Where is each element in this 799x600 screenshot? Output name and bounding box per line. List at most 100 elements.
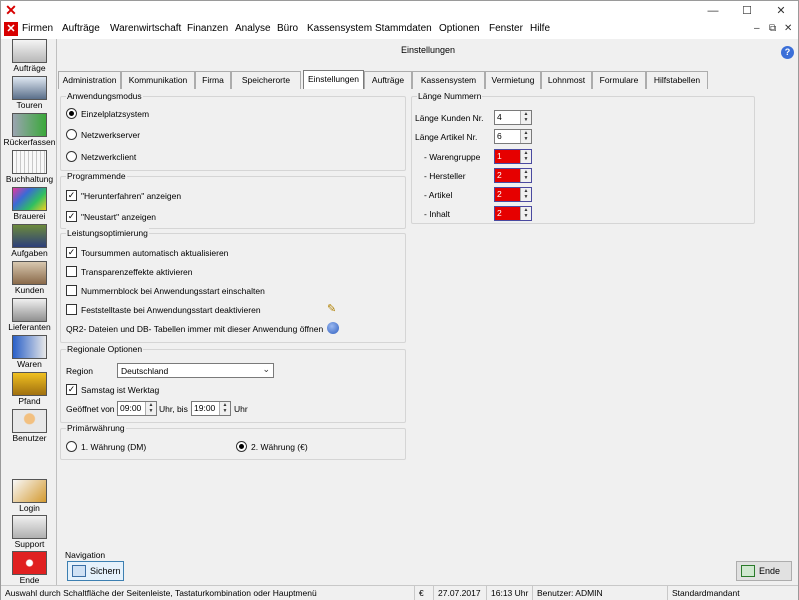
spin-arrows[interactable]: ▲ ▼ xyxy=(520,130,531,143)
status-currency: € xyxy=(414,586,432,600)
open-from-time[interactable]: 09:00 ▲ ▼ xyxy=(117,401,157,416)
artikel-nr-label: Länge Artikel Nr. xyxy=(415,132,478,142)
help-icon[interactable]: ? xyxy=(781,46,794,59)
tab-formulare[interactable]: Formulare xyxy=(592,71,646,89)
kunden-nr-value: 4 xyxy=(497,112,502,122)
spin-arrows[interactable]: ▲ ▼ xyxy=(520,207,531,220)
group-anwendungsmodus: Anwendungsmodus Einzelplatzsystem Netzwe… xyxy=(60,91,406,171)
close-button[interactable]: ✕ xyxy=(764,1,798,21)
sidebar-item-label: Aufträge xyxy=(13,63,46,73)
sidebar-item-aufgaben[interactable]: Aufgaben xyxy=(2,224,57,260)
sidebar: Aufträge Touren Rückerfassen Buchhaltung… xyxy=(2,39,57,585)
sidebar-item-kunden[interactable]: Kunden xyxy=(2,261,57,297)
artikel-nr-stepper[interactable]: 6 ▲ ▼ xyxy=(494,129,532,144)
save-button[interactable]: Sichern xyxy=(67,561,124,581)
tab-administration[interactable]: Administration xyxy=(58,71,121,89)
menu-hilfe[interactable]: Hilfe xyxy=(530,23,550,34)
minimize-button[interactable]: — xyxy=(696,1,730,21)
warengruppe-label: - Warengruppe xyxy=(424,152,481,162)
menu-optionen[interactable]: Optionen xyxy=(439,23,480,34)
artikel-stepper[interactable]: 2 ▲ ▼ xyxy=(494,187,532,202)
spin-arrows[interactable]: ▲ ▼ xyxy=(520,150,531,163)
sidebar-item-brauerei[interactable]: Brauerei xyxy=(2,187,57,223)
sidebar-item-touren[interactable]: Touren xyxy=(2,76,57,112)
spin-arrows[interactable]: ▲ ▼ xyxy=(520,169,531,182)
checkbox-toursummen[interactable]: ✓ xyxy=(66,247,77,258)
menu-stammdaten[interactable]: Stammdaten xyxy=(375,23,432,34)
tab-lohnmost[interactable]: Lohnmost xyxy=(541,71,592,89)
radio-netzwerkserver[interactable] xyxy=(66,129,77,140)
tab-kommunikation[interactable]: Kommunikation xyxy=(121,71,195,89)
sidebar-item-login[interactable]: Login xyxy=(2,479,57,515)
sidebar-item-label: Benutzer xyxy=(12,433,47,443)
orders-icon xyxy=(12,39,47,63)
checkbox-samstag[interactable]: ✓ xyxy=(66,384,77,395)
tab-auftraege[interactable]: Aufträge xyxy=(364,71,412,89)
menu-warenwirtschaft[interactable]: Warenwirtschaft xyxy=(110,23,181,34)
menu-analyse[interactable]: Analyse xyxy=(235,23,271,34)
maximize-button[interactable]: ☐ xyxy=(730,1,764,21)
radio-einzelplatzsystem[interactable] xyxy=(66,108,77,119)
status-mandant: Standardmandant xyxy=(667,586,797,600)
sidebar-item-benutzer[interactable]: Benutzer xyxy=(2,409,57,445)
inhalt-label: - Inhalt xyxy=(424,209,450,219)
spin-arrows[interactable]: ▲ ▼ xyxy=(520,111,531,124)
sidebar-item-buchhaltung[interactable]: Buchhaltung xyxy=(2,150,57,186)
menu-kassensystem[interactable]: Kassensystem xyxy=(307,23,372,34)
group-programmende: Programmende ✓ "Herunterfahren" anzeigen… xyxy=(60,171,406,229)
checkbox-neustart[interactable]: ✓ xyxy=(66,211,77,222)
region-select[interactable]: Deutschland ⌄ xyxy=(117,363,274,378)
spin-arrows[interactable]: ▲ ▼ xyxy=(219,402,230,415)
title-bar: ✕ — ☐ ✕ xyxy=(1,1,798,21)
truck-icon xyxy=(12,76,47,100)
app-menu-icon[interactable]: ✕ xyxy=(4,22,18,36)
radio-waehrung-dm[interactable] xyxy=(66,441,77,452)
tab-vermietung[interactable]: Vermietung xyxy=(485,71,541,89)
artikel-nr-value: 6 xyxy=(497,131,502,141)
tab-kassensystem[interactable]: Kassensystem xyxy=(412,71,485,89)
sidebar-item-label: Buchhaltung xyxy=(5,174,54,184)
globe-icon[interactable] xyxy=(327,322,339,334)
tab-firma[interactable]: Firma xyxy=(195,71,231,89)
menu-finanzen[interactable]: Finanzen xyxy=(187,23,228,34)
sidebar-item-support[interactable]: Support xyxy=(2,515,57,551)
spin-arrows[interactable]: ▲ ▼ xyxy=(520,188,531,201)
mdi-minimize-button[interactable]: – xyxy=(754,23,760,34)
inhalt-stepper[interactable]: 2 ▲ ▼ xyxy=(494,206,532,221)
checkbox-label: Transparenzeffekte aktivieren xyxy=(81,267,193,277)
end-button[interactable]: Ende xyxy=(736,561,792,581)
kunden-nr-stepper[interactable]: 4 ▲ ▼ xyxy=(494,110,532,125)
sidebar-item-label: Touren xyxy=(16,100,43,110)
group-title: Programmende xyxy=(66,171,127,181)
radio-netzwerkclient[interactable] xyxy=(66,151,77,162)
warengruppe-stepper[interactable]: 1 ▲ ▼ xyxy=(494,149,532,164)
mdi-close-button[interactable]: ✕ xyxy=(784,23,792,34)
tab-hilfstabellen[interactable]: Hilfstabellen xyxy=(646,71,708,89)
menu-fenster[interactable]: Fenster xyxy=(489,23,523,34)
down-arrow-icon: ▼ xyxy=(523,136,529,142)
sidebar-item-auftraege[interactable]: Aufträge xyxy=(2,39,57,75)
down-arrow-icon: ▼ xyxy=(523,175,529,181)
sidebar-item-waren[interactable]: Waren xyxy=(2,335,57,371)
mdi-restore-button[interactable]: ⧉ xyxy=(769,23,776,34)
hersteller-stepper[interactable]: 2 ▲ ▼ xyxy=(494,168,532,183)
tab-speicherorte[interactable]: Speicherorte xyxy=(231,71,301,89)
sidebar-item-rueckerfassen[interactable]: Rückerfassen xyxy=(2,113,57,149)
sidebar-item-lieferanten[interactable]: Lieferanten xyxy=(2,298,57,334)
open-to-time[interactable]: 19:00 ▲ ▼ xyxy=(191,401,231,416)
tab-einstellungen[interactable]: Einstellungen xyxy=(303,70,364,90)
radio-label: Einzelplatzsystem xyxy=(81,109,150,119)
sidebar-item-pfand[interactable]: Pfand xyxy=(2,372,57,408)
checkbox-feststelltaste[interactable] xyxy=(66,304,77,315)
sidebar-item-label: Kunden xyxy=(14,285,45,295)
checkbox-herunterfahren[interactable]: ✓ xyxy=(66,190,77,201)
spin-arrows[interactable]: ▲ ▼ xyxy=(145,402,156,415)
checkbox-transparenz[interactable] xyxy=(66,266,77,277)
menu-buero[interactable]: Büro xyxy=(277,23,298,34)
radio-waehrung-euro[interactable] xyxy=(236,441,247,452)
sidebar-item-ende[interactable]: Ende xyxy=(2,551,57,587)
menu-auftraege[interactable]: Aufträge xyxy=(62,23,100,34)
checkbox-nummernblock[interactable] xyxy=(66,285,77,296)
menu-firmen[interactable]: Firmen xyxy=(22,23,53,34)
wand-icon[interactable]: ✎ xyxy=(327,302,336,315)
